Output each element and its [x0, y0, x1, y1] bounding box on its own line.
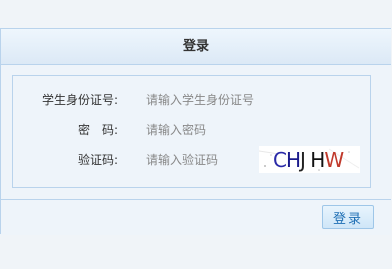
login-panel: 登录 学生身份证号: 密 码: 验证码: C [0, 28, 391, 235]
password-row: 密 码: [13, 118, 370, 142]
panel-footer: 登录 [1, 199, 391, 235]
captcha-label: 验证码: [77, 153, 118, 167]
captcha-char: H [285, 148, 301, 172]
captcha-char: C [273, 148, 287, 172]
password-label: 密 码: [77, 123, 118, 137]
captcha-row: 验证码: CHJ HW [13, 146, 370, 173]
captcha-text: CHJ HW [273, 148, 344, 172]
captcha-char: H [310, 148, 325, 172]
captcha-char: W [324, 148, 344, 172]
password-input[interactable] [146, 118, 281, 142]
login-form: 学生身份证号: 密 码: 验证码: CHJ HW [12, 75, 371, 188]
captcha-input[interactable] [146, 148, 246, 172]
student-id-row: 学生身份证号: [13, 88, 370, 112]
login-button[interactable]: 登录 [322, 205, 374, 229]
student-id-input[interactable] [146, 88, 286, 112]
student-id-label: 学生身份证号: [41, 93, 118, 107]
panel-title: 登录 [1, 29, 391, 65]
captcha-image[interactable]: CHJ HW [259, 146, 360, 173]
